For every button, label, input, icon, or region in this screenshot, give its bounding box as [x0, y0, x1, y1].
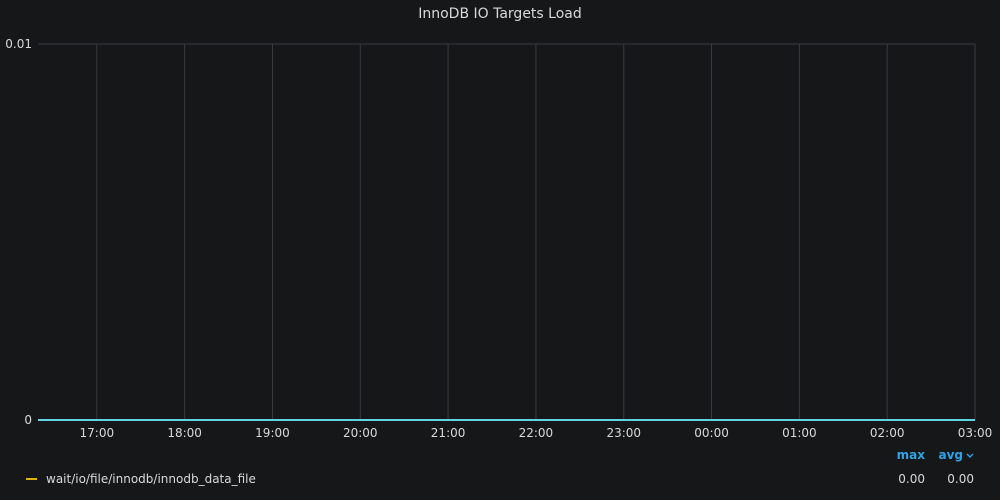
x-axis: 17:00 18:00 19:00 20:00 21:00 22:00 23:00 00:00… — [80, 426, 993, 440]
x-tick-label: 00:00 — [694, 426, 729, 440]
x-tick-label: 20:00 — [343, 426, 378, 440]
x-tick-label: 23:00 — [606, 426, 641, 440]
legend-item[interactable]: wait/io/file/innodb/innodb_data_file 0.0… — [26, 471, 974, 487]
x-tick-label: 02:00 — [870, 426, 905, 440]
legend-column-avg-label: avg — [938, 448, 963, 462]
x-tick-label: 22:00 — [519, 426, 554, 440]
x-tick-label: 21:00 — [431, 426, 466, 440]
x-tick-label: 18:00 — [167, 426, 202, 440]
x-tick-label: 17:00 — [80, 426, 115, 440]
chart-plot-area: 00.01 17:00 18:00 19:00 20:00 21:00 22:00 23:0… — [5, 37, 993, 440]
y-tick-label: 0 — [24, 413, 32, 427]
x-tick-label: 03:00 — [958, 426, 993, 440]
legend-column-avg[interactable]: avg — [925, 448, 974, 464]
legend-column-max[interactable]: max — [876, 448, 925, 464]
legend-column-max-label: max — [896, 448, 925, 462]
chevron-down-icon — [966, 452, 974, 462]
legend-swatch — [26, 478, 37, 480]
chart-grid — [38, 43, 976, 421]
y-axis: 00.01 — [5, 37, 32, 427]
x-tick-label: 19:00 — [255, 426, 290, 440]
legend-value-avg: 0.00 — [947, 472, 974, 486]
y-tick-label: 0.01 — [5, 37, 32, 51]
legend: max avg wait/io/file/innodb/innodb_data_… — [0, 444, 1000, 500]
x-tick-label: 01:00 — [782, 426, 817, 440]
legend-series-name[interactable]: wait/io/file/innodb/innodb_data_file — [46, 472, 876, 486]
legend-header: max avg — [876, 448, 974, 464]
legend-value-max: 0.00 — [898, 472, 925, 486]
